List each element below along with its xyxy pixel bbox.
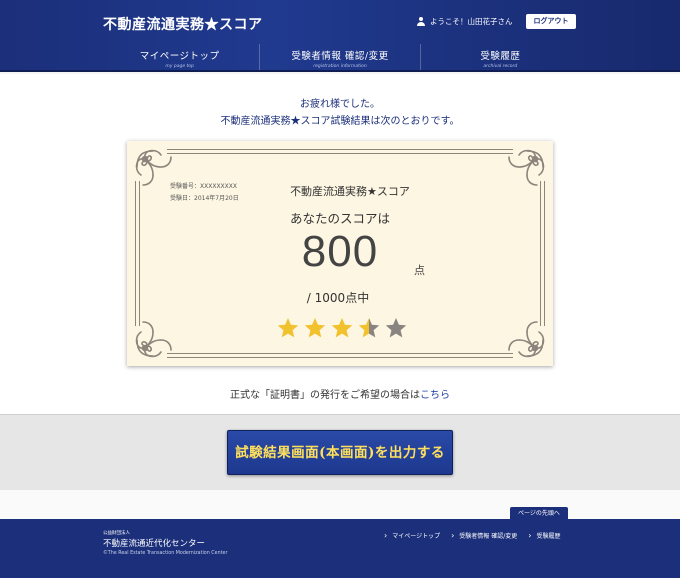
score-certificate: 受験番号：XXXXXXXXX 受験日：2014年7月20日 不動産流通実務★スコ… [127,141,553,366]
user-icon [417,17,425,26]
footer-link-mypage-top[interactable]: マイページトップ [384,531,440,540]
nav-item-registration-info[interactable]: 受験者情報 確認/変更 registration information [259,44,419,70]
greeting-message: お疲れ様でした。 [300,99,380,110]
nav-label: 受験者情報 確認/変更 [291,51,389,62]
org-type: 公益財団法人 [103,531,130,536]
logout-button[interactable]: ログアウト [526,14,576,29]
copyright: ©The Real Estate Transaction Modernizati… [103,551,228,556]
corner-ornament-icon [508,321,545,358]
site-title[interactable]: 不動産流通実務★スコア [103,14,263,34]
footer-links: マイページトップ 受験者情報 確認/変更 受験履歴 [384,531,560,540]
star-rating [277,317,407,339]
nav-sublabel: archival record [483,64,518,69]
star-icon [358,318,380,338]
nav-item-archival-record[interactable]: 受験履歴 archival record [419,44,580,70]
welcome-text: ようこそ！山田花子さん [430,17,513,26]
border-line-top [167,149,513,154]
score-value: 800 [301,227,379,276]
org-name: 不動産流通近代化センター [103,539,206,549]
spacer [0,490,680,519]
star-icon [385,318,407,338]
border-line-bottom [167,353,513,358]
certificate-request-link[interactable]: こちら [420,390,450,401]
corner-ornament-icon [135,321,172,358]
star-icon [304,318,326,338]
site-footer: 公益財団法人 不動産流通近代化センター ©The Real Estate Tra… [0,519,680,578]
nav-sublabel: my page top [165,64,194,69]
nav-label: 受験履歴 [480,51,521,62]
welcome-message: ようこそ！山田花子さん [417,16,513,27]
footer-link-registration-info[interactable]: 受験者情報 確認/変更 [451,531,517,540]
site-header: 不動産流通実務★スコア ようこそ！山田花子さん ログアウト マイページトップ m… [0,0,680,72]
output-section: 試験結果画面(本画面)を出力する [0,414,680,490]
max-score: / 1000点中 [306,291,370,305]
result-intro-message: 不動産流通実務★スコア試験結果は次のとおりです。 [220,116,460,127]
nav-item-mypage-top[interactable]: マイページトップ my page top [100,44,259,70]
certificate-request-text: 正式な「証明書」の発行をご希望の場合は [230,390,420,401]
star-icon [277,318,299,338]
certificate-request-note: 正式な「証明書」の発行をご希望の場合はこちら [0,386,680,401]
footer-link-archival-record[interactable]: 受験履歴 [528,531,560,540]
main-nav: マイページトップ my page top 受験者情報 確認/変更 registr… [100,44,580,70]
certificate-title: 不動産流通実務★スコア [290,185,410,198]
star-icon [331,318,353,338]
nav-label: マイページトップ [139,51,220,62]
print-result-button[interactable]: 試験結果画面(本画面)を出力する [227,430,453,475]
nav-sublabel: registration information [313,64,367,69]
score-unit: 点 [414,264,425,277]
certificate-subtitle: あなたのスコアは [289,211,390,226]
